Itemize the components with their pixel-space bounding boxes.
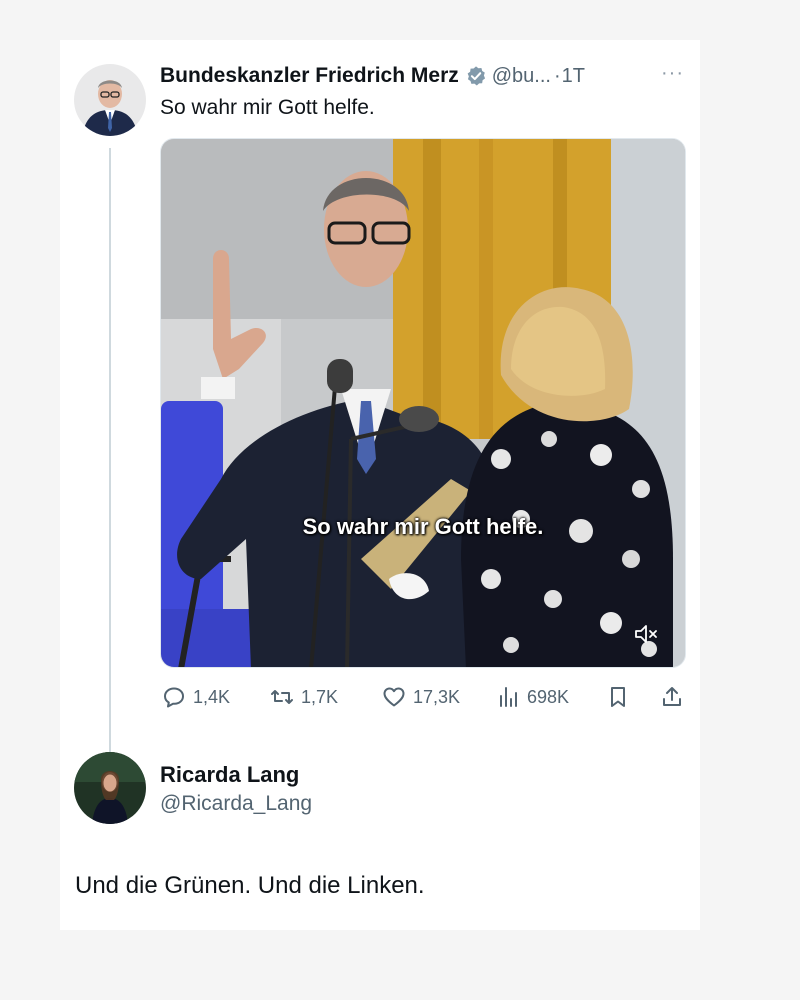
- views-button[interactable]: 698K: [496, 680, 569, 714]
- retweet-button[interactable]: 1,7K: [270, 680, 338, 714]
- reply-count: 1,4K: [193, 686, 231, 707]
- lang-avatar[interactable]: [74, 752, 146, 824]
- share-button[interactable]: [660, 680, 691, 714]
- like-count: 17,3K: [413, 686, 461, 707]
- bookmark-icon: [611, 687, 625, 707]
- reply-author-name[interactable]: Ricarda Lang: [160, 762, 299, 788]
- views-icon: [500, 687, 517, 707]
- tweet-actions: 1,4K 1,7K 17,3K 698K: [160, 680, 690, 714]
- author-name[interactable]: Bundeskanzler Friedrich Merz: [160, 64, 459, 88]
- like-button[interactable]: 17,3K: [382, 680, 460, 714]
- verified-badge-icon: [465, 65, 487, 87]
- thread-connector-line: [109, 148, 111, 788]
- bookmark-button[interactable]: [606, 680, 637, 714]
- reply-icon: [164, 687, 184, 708]
- retweet-count: 1,7K: [301, 686, 339, 707]
- mute-icon[interactable]: [633, 623, 659, 645]
- tweet-text: So wahr mir Gott helfe.: [160, 96, 375, 119]
- share-icon: [663, 687, 681, 706]
- video-frame: [161, 139, 685, 667]
- more-options-icon[interactable]: ···: [661, 62, 684, 85]
- reply-author-handle[interactable]: @Ricarda_Lang: [160, 792, 312, 816]
- tweet-card: Bundeskanzler Friedrich Merz @bu... · 1T…: [60, 40, 700, 930]
- reply-text: Und die Grünen. Und die Linken.: [75, 872, 425, 899]
- retweet-icon: [271, 690, 293, 704]
- view-count: 698K: [527, 686, 570, 707]
- merz-avatar[interactable]: [74, 64, 146, 136]
- tweet-header: Bundeskanzler Friedrich Merz @bu... · 1T…: [160, 62, 690, 90]
- tweet-video[interactable]: So wahr mir Gott helfe.: [160, 138, 686, 668]
- reply-button[interactable]: 1,4K: [162, 680, 230, 714]
- tweet-timestamp[interactable]: 1T: [562, 65, 585, 88]
- heart-icon: [383, 687, 405, 707]
- video-caption: So wahr mir Gott helfe.: [302, 514, 544, 539]
- author-handle[interactable]: @bu...: [492, 65, 551, 88]
- header-separator: ·: [553, 64, 561, 87]
